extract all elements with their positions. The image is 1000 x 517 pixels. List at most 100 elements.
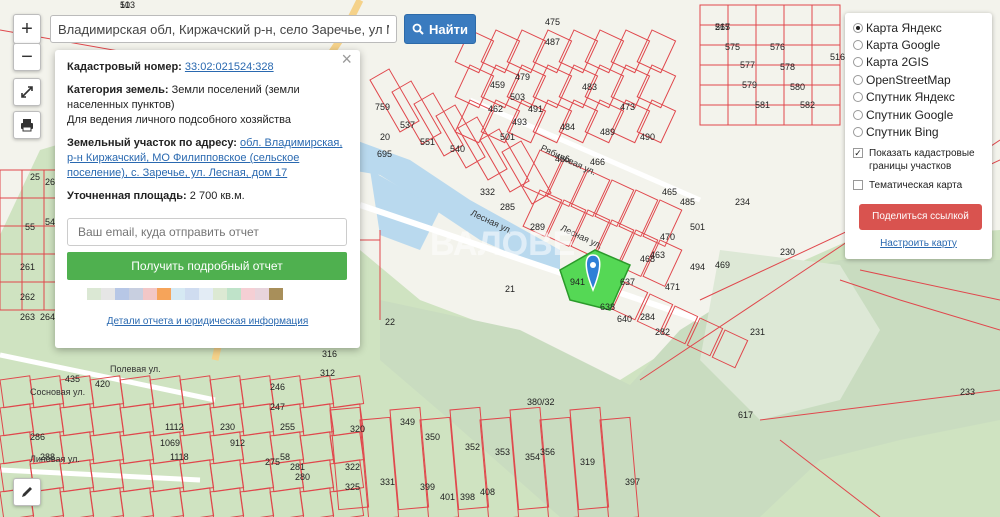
plot-number[interactable]: 579	[742, 80, 757, 90]
report-details-link[interactable]: Детали отчета и юридическая информация	[67, 314, 348, 329]
search-button[interactable]: Найти	[404, 14, 476, 44]
plot-number[interactable]: 941	[570, 277, 585, 287]
measure-tool-button[interactable]	[13, 78, 41, 106]
plot-number[interactable]: 264	[40, 312, 55, 322]
plot-number[interactable]: 332	[480, 187, 495, 197]
plot-number[interactable]: 471	[665, 282, 680, 292]
plot-number[interactable]: 617	[738, 410, 753, 420]
plot-number[interactable]: 582	[800, 100, 815, 110]
plot-number[interactable]: 580	[790, 82, 805, 92]
plot-number[interactable]: 255	[280, 422, 295, 432]
plot-number[interactable]: 286	[30, 432, 45, 442]
plot-number[interactable]: 420	[95, 379, 110, 389]
layer-option-4[interactable]: Спутник Яндекс	[853, 89, 984, 106]
plot-number[interactable]: 501	[690, 222, 705, 232]
plot-number[interactable]: 435	[65, 374, 80, 384]
plot-number[interactable]: 401	[440, 492, 455, 502]
plot-number[interactable]: 231	[750, 327, 765, 337]
plot-number[interactable]: 1118	[170, 452, 189, 462]
plot-number[interactable]: 1069	[160, 438, 180, 448]
close-icon[interactable]: ×	[341, 50, 352, 68]
plot-number[interactable]: 285	[500, 202, 515, 212]
plot-number[interactable]: 261	[20, 262, 35, 272]
plot-number[interactable]: 501	[500, 132, 515, 142]
plot-number[interactable]: 26	[45, 177, 55, 187]
plot-number[interactable]: 576	[770, 42, 785, 52]
plot-number[interactable]: 247	[270, 402, 285, 412]
share-link-button[interactable]: Поделиться ссылкой	[859, 203, 982, 230]
plot-number[interactable]: 316	[322, 349, 337, 359]
plot-number[interactable]: 349	[400, 417, 415, 427]
plot-number[interactable]: 484	[560, 122, 575, 132]
plot-number[interactable]: 459	[490, 80, 505, 90]
plot-number[interactable]: 58	[280, 452, 290, 462]
plot-number[interactable]: 638	[600, 302, 615, 312]
plot-number[interactable]: 468	[640, 254, 655, 264]
radio-button[interactable]	[853, 40, 863, 51]
plot-number[interactable]: 320	[350, 424, 365, 434]
show-boundaries-checkbox[interactable]: ✓ Показать кадастровые границы участков	[853, 147, 984, 173]
layer-option-6[interactable]: Спутник Bing	[853, 123, 984, 140]
plot-number[interactable]: 275	[265, 457, 280, 467]
plot-number[interactable]: 551	[420, 137, 435, 147]
plot-number[interactable]: 331	[380, 477, 395, 487]
plot-number[interactable]: 912	[230, 438, 245, 448]
thematic-map-checkbox[interactable]: Тематическая карта	[853, 179, 984, 192]
plot-number[interactable]: 281	[290, 462, 305, 472]
plot-number[interactable]: 350	[425, 432, 440, 442]
plot-number[interactable]: 469	[715, 260, 730, 270]
plot-number[interactable]: 473	[620, 102, 635, 112]
plot-number[interactable]: 230	[780, 247, 795, 257]
plot-number[interactable]: 230	[220, 422, 235, 432]
plot-number[interactable]: 20	[380, 132, 390, 142]
plot-number[interactable]: 537	[400, 120, 415, 130]
radio-button[interactable]	[853, 109, 863, 120]
zoom-out-button[interactable]: −	[13, 43, 41, 71]
plot-number[interactable]: 356	[540, 447, 555, 457]
plot-number[interactable]: 322	[345, 462, 360, 472]
plot-number[interactable]: 234	[735, 197, 750, 207]
search-input[interactable]	[50, 15, 397, 43]
plot-number[interactable]: 578	[780, 62, 795, 72]
plot-number[interactable]: 55	[25, 222, 35, 232]
layer-option-1[interactable]: Карта Google	[853, 36, 984, 53]
plot-number[interactable]: 54	[45, 217, 55, 227]
radio-button[interactable]	[853, 74, 863, 85]
plot-number[interactable]: 398	[460, 492, 475, 502]
plot-number[interactable]: 312	[320, 368, 335, 378]
zoom-in-button[interactable]: +	[13, 14, 41, 44]
radio-button[interactable]	[853, 92, 863, 103]
plot-number[interactable]: 408	[480, 487, 495, 497]
plot-number[interactable]: 354	[525, 452, 540, 462]
cadastral-number-link[interactable]: 33:02:021524:328	[185, 61, 274, 73]
plot-number[interactable]: 380/32	[527, 397, 555, 407]
plot-number[interactable]: 759	[375, 102, 390, 112]
layer-option-0[interactable]: Карта Яндекс	[853, 19, 984, 36]
plot-number[interactable]: 325	[345, 482, 360, 492]
plot-number[interactable]: 51	[120, 0, 130, 10]
print-button[interactable]	[13, 111, 41, 139]
plot-number[interactable]: 265	[715, 22, 730, 32]
plot-number[interactable]: 246	[270, 382, 285, 392]
setup-map-link[interactable]: Настроить карту	[853, 238, 984, 249]
plot-number[interactable]: 470	[660, 232, 675, 242]
radio-button[interactable]	[853, 127, 863, 138]
layer-option-2[interactable]: Карта 2GIS	[853, 54, 984, 71]
plot-number[interactable]: 262	[20, 292, 35, 302]
plot-number[interactable]: 462	[488, 104, 503, 114]
plot-number[interactable]: 465	[662, 187, 677, 197]
plot-number[interactable]: 280	[295, 472, 310, 482]
plot-number[interactable]: 352	[465, 442, 480, 452]
plot-number[interactable]: 399	[420, 482, 435, 492]
plot-number[interactable]: 493	[512, 117, 527, 127]
plot-number[interactable]: 263	[20, 312, 35, 322]
plot-number[interactable]: 21	[505, 284, 515, 294]
draw-tool-button[interactable]	[13, 478, 41, 506]
plot-number[interactable]: 1112	[165, 422, 184, 432]
layer-option-3[interactable]: OpenStreetMap	[853, 71, 984, 88]
plot-number[interactable]: 475	[545, 17, 560, 27]
plot-number[interactable]: 516	[830, 52, 845, 62]
plot-number[interactable]: 490	[640, 132, 655, 142]
plot-number[interactable]: 479	[515, 72, 530, 82]
plot-number[interactable]: 483	[582, 82, 597, 92]
